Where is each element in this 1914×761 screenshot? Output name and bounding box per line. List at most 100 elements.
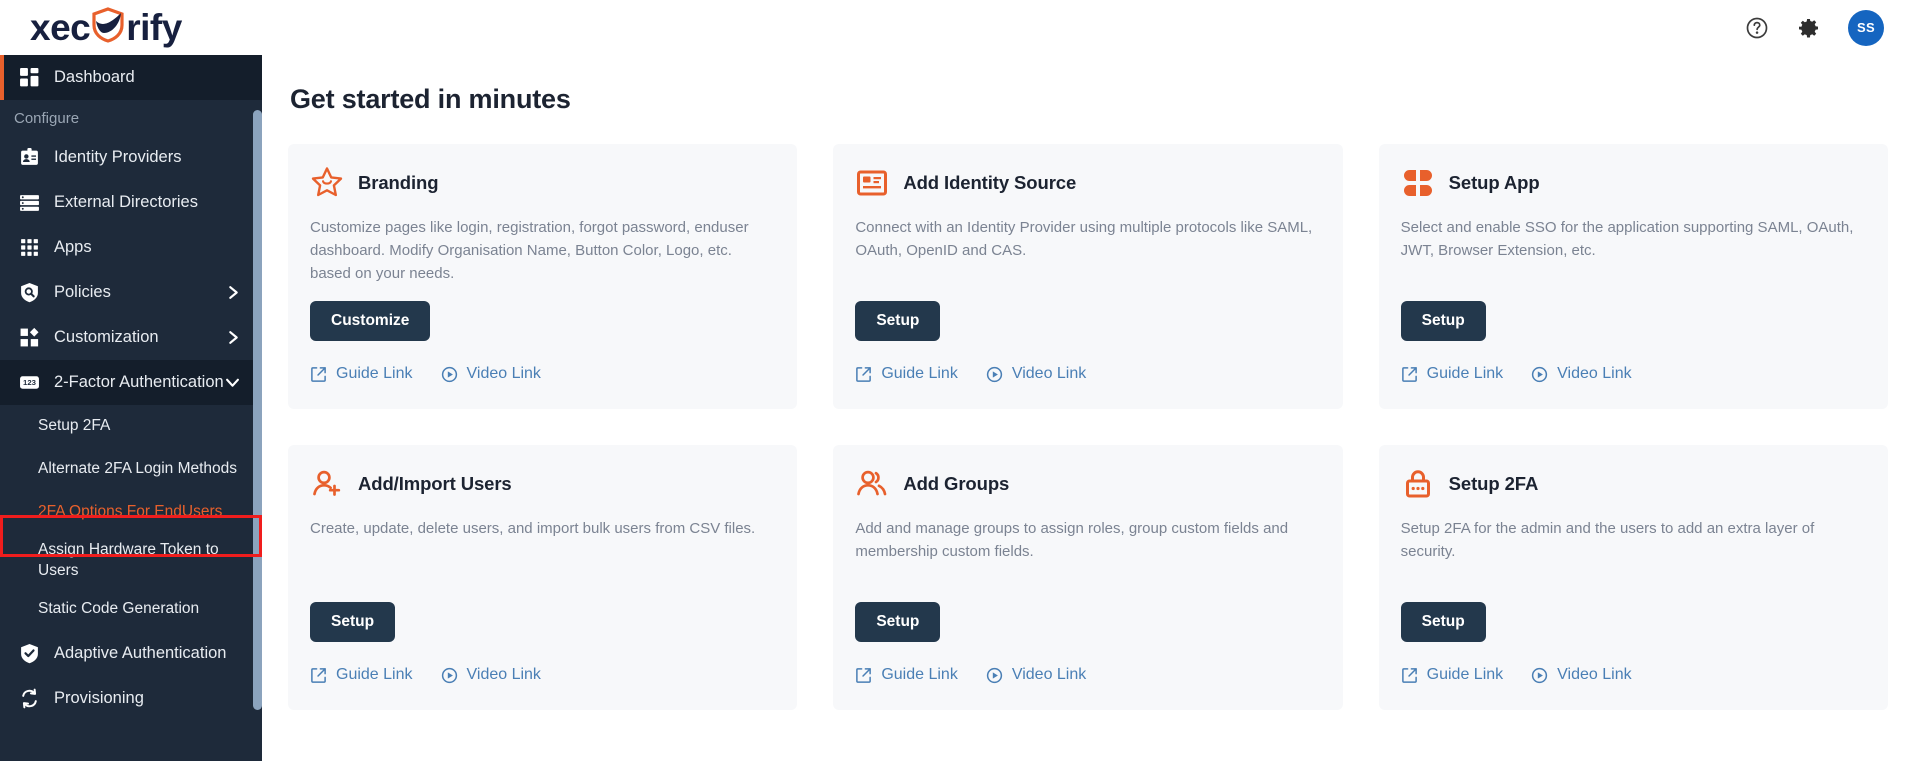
card-links: Guide Link Video Link: [310, 666, 775, 684]
card-links: Guide Link Video Link: [855, 365, 1320, 383]
sidebar-subitem-static-code-generation[interactable]: Static Code Generation: [0, 588, 262, 631]
setup-button[interactable]: Setup: [310, 602, 396, 643]
guide-link[interactable]: Guide Link: [855, 365, 958, 383]
guide-link[interactable]: Guide Link: [1401, 365, 1503, 383]
external-link-icon: [1401, 667, 1418, 684]
sidebar-item-label: External Directories: [54, 193, 198, 211]
padlock-icon: [1401, 467, 1435, 501]
video-link-label: Video Link: [466, 666, 541, 684]
setup-button[interactable]: Setup: [855, 602, 941, 643]
customization-shapes-icon: [18, 327, 40, 349]
sidebar-item-apps[interactable]: Apps: [0, 225, 262, 270]
avatar[interactable]: SS: [1848, 9, 1884, 46]
sidebar-scrollbar-thumb[interactable]: [253, 110, 262, 710]
apps-grid-icon: [18, 237, 40, 259]
card-links: Guide Link Video Link: [310, 365, 775, 383]
video-link[interactable]: Video Link: [986, 666, 1086, 684]
sidebar-item-dashboard[interactable]: Dashboard: [0, 55, 262, 100]
sidebar-item-adaptive-authentication[interactable]: Adaptive Authentication: [0, 631, 262, 676]
customize-button[interactable]: Customize: [310, 301, 431, 342]
card-add-identity-source: Add Identity Source Connect with an Iden…: [833, 144, 1343, 410]
video-link[interactable]: Video Link: [441, 365, 541, 383]
star-smile-icon: [310, 166, 344, 200]
sidebar-subitem-setup-2fa[interactable]: Setup 2FA: [0, 405, 262, 448]
sidebar-item-label: Identity Providers: [54, 148, 182, 166]
external-link-icon: [310, 366, 327, 383]
header-actions: SS: [1744, 9, 1884, 46]
sidebar-item-label: Policies: [54, 283, 111, 301]
sidebar-item-provisioning[interactable]: Provisioning: [0, 676, 262, 721]
sidebar-subitem-alternate-2fa-login-methods[interactable]: Alternate 2FA Login Methods: [0, 448, 262, 491]
card-setup-2fa: Setup 2FA Setup 2FA for the admin and th…: [1378, 445, 1888, 711]
numeric-123-icon: 123: [18, 372, 40, 394]
setup-button[interactable]: Setup: [1400, 602, 1486, 643]
users-group-icon: [855, 467, 889, 501]
card-links: Guide Link Video Link: [1401, 666, 1866, 684]
guide-link[interactable]: Guide Link: [855, 666, 958, 684]
sidebar-subitem-label: 2FA Options For EndUsers: [38, 503, 223, 521]
chevron-down-icon[interactable]: [225, 376, 240, 389]
chevron-right-icon[interactable]: [227, 285, 240, 300]
play-circle-icon: [986, 366, 1003, 383]
video-link[interactable]: Video Link: [986, 365, 1086, 383]
gear-icon[interactable]: [1796, 15, 1822, 41]
card-title: Add/Import Users: [358, 473, 512, 495]
video-link[interactable]: Video Link: [441, 666, 541, 684]
id-badge-icon: [18, 147, 40, 169]
setup-button[interactable]: Setup: [1400, 301, 1486, 342]
id-card-icon: [855, 166, 889, 200]
guide-link[interactable]: Guide Link: [310, 666, 413, 684]
sidebar-nav: Dashboard Configure Identity Providers E…: [0, 55, 262, 761]
guide-link-label: Guide Link: [336, 666, 413, 684]
video-link-label: Video Link: [1557, 666, 1632, 684]
sync-arrows-icon: [18, 687, 40, 709]
sidebar-subitem-assign-hardware-token-to-users[interactable]: Assign Hardware Token to Users: [0, 534, 262, 588]
help-circle-icon[interactable]: [1744, 15, 1770, 41]
sidebar-item-identity-providers[interactable]: Identity Providers: [0, 135, 262, 180]
play-circle-icon: [986, 667, 1003, 684]
sidebar-item-2-factor-authentication[interactable]: 123 2-Factor Authentication: [0, 360, 262, 405]
card-title: Setup App: [1448, 172, 1540, 193]
card-add-groups: Add Groups Add and manage groups to assi…: [833, 445, 1343, 711]
setup-button[interactable]: Setup: [855, 301, 941, 342]
sidebar-item-label: Customization: [54, 328, 159, 346]
card-branding: Branding Customize pages like login, reg…: [288, 144, 798, 410]
video-link-label: Video Link: [1011, 365, 1087, 383]
card-header: Add Identity Source: [855, 166, 1320, 200]
video-link[interactable]: Video Link: [1531, 365, 1632, 383]
card-title: Add Identity Source: [903, 172, 1077, 193]
external-link-icon: [1401, 366, 1418, 383]
app-logo[interactable]: xec rify: [30, 0, 182, 55]
sidebar-subitem-2fa-options-for-endusers[interactable]: 2FA Options For EndUsers: [0, 491, 262, 534]
sidebar-scrollbar[interactable]: [253, 110, 262, 761]
user-plus-icon: [310, 467, 344, 501]
guide-link[interactable]: Guide Link: [1401, 666, 1503, 684]
guide-link[interactable]: Guide Link: [310, 365, 413, 383]
sidebar-item-customization[interactable]: Customization: [0, 315, 262, 360]
list-icon: [18, 192, 40, 214]
card-spacer: [1401, 279, 1866, 302]
card-description: Select and enable SSO for the applicatio…: [1400, 219, 1854, 259]
chevron-right-icon[interactable]: [227, 330, 240, 345]
sidebar-item-label: 2-Factor Authentication: [54, 373, 224, 391]
svg-text:123: 123: [23, 378, 37, 387]
card-header: Add/Import Users: [310, 467, 775, 501]
logo-text-right: rify: [126, 7, 182, 48]
card-title: Setup 2FA: [1448, 473, 1539, 495]
sidebar-inner: Dashboard Configure Identity Providers E…: [0, 55, 262, 721]
card-add-import-users: Add/Import Users Create, update, delete …: [288, 445, 798, 711]
external-link-icon: [855, 366, 872, 383]
video-link-label: Video Link: [1557, 365, 1632, 383]
shield-check-icon: [18, 642, 40, 664]
card-links: Guide Link Video Link: [855, 666, 1320, 684]
logo-text-left: xec: [30, 7, 91, 48]
card-header: Setup 2FA: [1401, 467, 1866, 501]
card-description: Connect with an Identity Provider using …: [855, 219, 1313, 259]
sidebar-item-policies[interactable]: Policies: [0, 270, 262, 315]
sidebar-item-label: Apps: [54, 238, 92, 256]
card-header: Branding: [310, 166, 775, 200]
video-link[interactable]: Video Link: [1531, 666, 1632, 684]
card-links: Guide Link Video Link: [1401, 365, 1866, 383]
play-circle-icon: [1531, 667, 1548, 684]
sidebar-item-external-directories[interactable]: External Directories: [0, 180, 262, 225]
